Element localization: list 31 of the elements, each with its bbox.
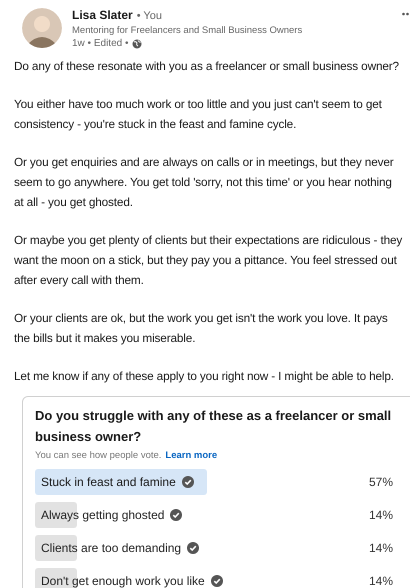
option-label: Always getting ghosted [41, 507, 164, 524]
check-icon [187, 542, 200, 554]
poll-note: You can see how people vote. [35, 449, 162, 463]
post-paragraph: You either have too much work or too little and you just can't seem to get consistency - you're stuck in the feast and famine cycle. [14, 96, 383, 133]
learn-more-link[interactable]: Learn more [165, 449, 218, 463]
check-icon [210, 575, 223, 587]
option-percent: 14% [368, 540, 393, 557]
option-label: Don't get enough work you like [41, 573, 205, 588]
post-paragraph: Or maybe you get plenty of clients but their expectations are ridiculous - they want the moon on a stick, but they pay you a pittance. You feel stressed out after every call with them. [14, 232, 404, 289]
post-paragraph: Or you get enquiries and are always on calls or in meetings, but they never seem to go anywhere. You get told 'sorry, not this time' or you hear nothing at all - you get ghosted. [14, 154, 395, 211]
option-label: Clients are too demanding [41, 540, 182, 557]
poll-option[interactable]: Clients are too demanding [35, 535, 337, 561]
post-paragraph: Do any of these resonate with you as a freelancer or small business owner? [14, 58, 400, 75]
globe-icon [132, 38, 142, 48]
poll-option[interactable]: Stuck in feast and famine [35, 469, 337, 495]
check-icon [182, 476, 194, 488]
poll-option[interactable]: Don't get enough work you like [35, 568, 337, 588]
option-label: Stuck in feast and famine [41, 474, 176, 491]
author-relation: • You [136, 9, 162, 24]
option-percent: 14% [368, 507, 393, 524]
author-name[interactable]: Lisa Slater [72, 8, 133, 23]
check-icon [170, 509, 182, 521]
option-percent: 57% [368, 474, 393, 491]
author-headline: Mentoring for Freelancers and Small Business Owners [72, 24, 302, 37]
option-percent: 14% [368, 573, 393, 588]
post-meta: 1w • Edited • [72, 37, 128, 50]
post-paragraph: Or your clients are ok, but the work you get isn't the work you love. It pays the bills but it makes you miserable. [14, 310, 389, 347]
poll-option[interactable]: Always getting ghosted [35, 502, 337, 528]
poll-question: Do you struggle with any of these as a freelancer or small business owner? [35, 407, 392, 446]
more-icon[interactable] [402, 12, 410, 16]
post-paragraph: Let me know if any of these apply to you right now - I might be able to help. [14, 368, 395, 385]
